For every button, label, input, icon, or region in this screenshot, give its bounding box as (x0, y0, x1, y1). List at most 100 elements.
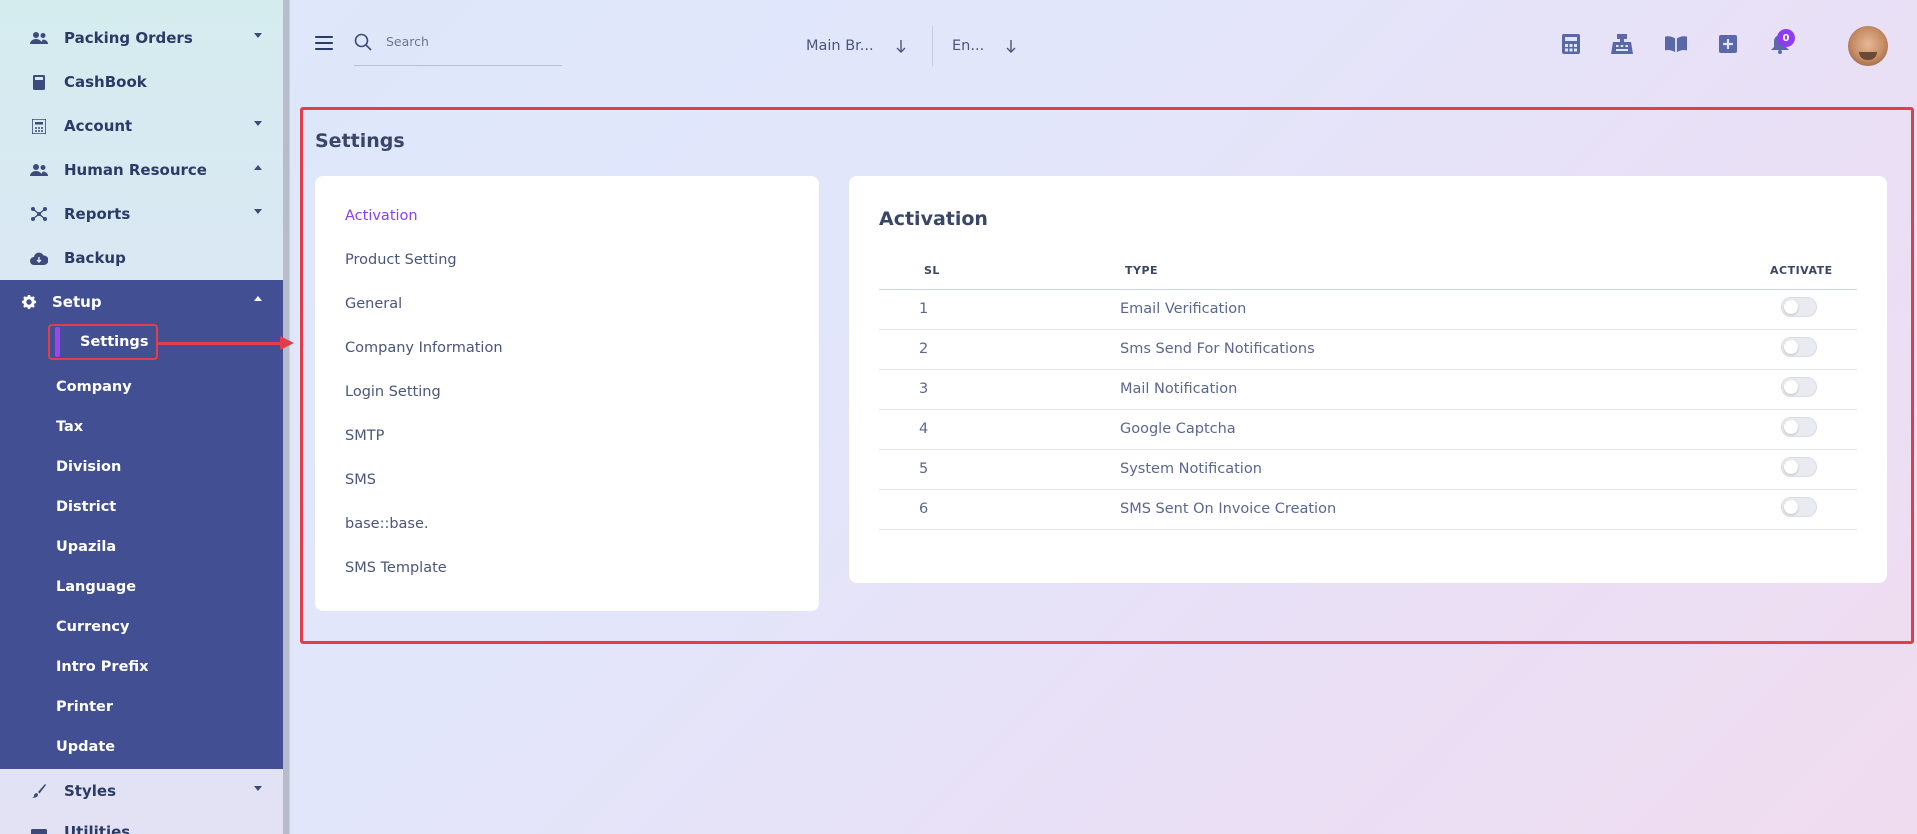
settings-menu-sms[interactable]: SMS (345, 472, 376, 488)
open-book-icon[interactable] (1665, 33, 1687, 55)
row-sl: 1 (919, 301, 929, 317)
sidebar-subitem-tax[interactable]: Tax (56, 413, 83, 441)
active-indicator (55, 327, 60, 357)
row-type: Google Captcha (1120, 421, 1236, 437)
sidebar-item-label: Account (64, 117, 133, 135)
sidebar-item-styles[interactable]: Styles (0, 769, 284, 813)
branch-select-value: Main Br... (806, 38, 874, 54)
sidebar-item-reports[interactable]: Reports (0, 192, 284, 236)
column-header-type: TYPE (1125, 264, 1159, 277)
settings-menu-general[interactable]: General (345, 296, 402, 312)
row-sl: 4 (919, 421, 929, 437)
annotation-arrow-head (280, 336, 294, 350)
sidebar-subitem-update[interactable]: Update (56, 733, 115, 761)
sidebar-item-label: Reports (64, 205, 131, 223)
row-divider (879, 369, 1857, 370)
language-select-value: En... (952, 38, 985, 54)
row-type: SMS Sent On Invoice Creation (1120, 501, 1337, 517)
row-sl: 2 (919, 341, 929, 357)
row-sl: 3 (919, 381, 929, 397)
sidebar-item-label: Styles (64, 782, 116, 800)
settings-menu-company-information[interactable]: Company Information (345, 340, 503, 356)
settings-menu-smtp[interactable]: SMTP (345, 428, 384, 444)
activate-toggle-sms-notifications[interactable] (1781, 337, 1817, 357)
row-type: Mail Notification (1120, 381, 1238, 397)
calculator-icon[interactable] (1560, 33, 1582, 55)
sidebar-item-utilities[interactable]: Utilities (0, 810, 284, 834)
row-divider (879, 489, 1857, 490)
table-divider (879, 289, 1857, 290)
sidebar-item-packing-orders[interactable]: Packing Orders (0, 16, 284, 60)
avatar[interactable] (1848, 26, 1888, 66)
activate-toggle-sms-invoice[interactable] (1781, 497, 1817, 517)
sidebar-subitem-currency[interactable]: Currency (56, 613, 129, 641)
settings-menu-product-setting[interactable]: Product Setting (345, 252, 457, 268)
sidebar-subitem-district[interactable]: District (56, 493, 116, 521)
settings-menu: Activation Product Setting General Compa… (315, 176, 819, 611)
sidebar-subitem-upazila[interactable]: Upazila (56, 533, 116, 561)
gear-icon (20, 293, 38, 311)
annotation-arrow (158, 342, 282, 345)
cash-register-icon[interactable] (1611, 33, 1633, 55)
activation-title: Activation (879, 208, 988, 230)
settings-menu-activation[interactable]: Activation (345, 208, 418, 224)
activate-toggle-system-notification[interactable] (1781, 457, 1817, 477)
sidebar-item-setup[interactable]: Setup (0, 280, 284, 324)
header-divider (932, 26, 933, 66)
menu-toggle-icon[interactable] (315, 36, 333, 50)
book-icon (30, 73, 48, 91)
sidebar: Packing Orders CashBook Account Human Re… (0, 0, 290, 834)
row-type: System Notification (1120, 461, 1262, 477)
row-divider (879, 409, 1857, 410)
sidebar-item-label: Human Resource (64, 161, 207, 179)
brush-icon (30, 782, 48, 800)
column-header-sl: SL (924, 264, 940, 277)
row-type: Email Verification (1120, 301, 1247, 317)
sidebar-subitem-printer[interactable]: Printer (56, 693, 113, 721)
search-input[interactable] (386, 34, 546, 49)
cloud-download-icon (30, 249, 48, 267)
language-select[interactable]: En... (952, 34, 1016, 58)
row-divider (879, 329, 1857, 330)
sidebar-item-label: Packing Orders (64, 29, 193, 47)
users-icon (30, 29, 48, 47)
users-icon (30, 161, 48, 179)
activate-toggle-mail-notification[interactable] (1781, 377, 1817, 397)
settings-menu-sms-template[interactable]: SMS Template (345, 560, 447, 576)
caret-up-icon (254, 165, 262, 170)
sidebar-item-label: Backup (64, 249, 126, 267)
activate-toggle-email-verification[interactable] (1781, 297, 1817, 317)
sidebar-item-backup[interactable]: Backup (0, 236, 284, 280)
sidebar-subitem-company[interactable]: Company (56, 373, 132, 401)
chart-icon (30, 205, 48, 223)
caret-down-icon (254, 33, 262, 38)
sidebar-item-human-resource[interactable]: Human Resource (0, 148, 284, 192)
search-icon (354, 33, 372, 51)
settings-menu-login-setting[interactable]: Login Setting (345, 384, 441, 400)
sidebar-item-account[interactable]: Account (0, 104, 284, 148)
arrow-down-icon (1006, 39, 1016, 53)
sidebar-subitem-settings[interactable]: Settings (48, 324, 158, 360)
sidebar-item-label: Utilities (64, 823, 131, 834)
notification-badge: 0 (1777, 29, 1795, 47)
sidebar-subitem-language[interactable]: Language (56, 573, 136, 601)
plus-square-icon[interactable] (1717, 33, 1739, 55)
sidebar-item-cashbook[interactable]: CashBook (0, 60, 284, 104)
row-divider (879, 449, 1857, 450)
branch-select[interactable]: Main Br... (806, 34, 906, 58)
setup-section: Setup Settings Company Tax Division Dist… (0, 280, 284, 769)
settings-menu-base[interactable]: base::base. (345, 516, 429, 532)
sidebar-scrollbar[interactable] (283, 0, 289, 834)
search-box (354, 30, 562, 66)
row-type: Sms Send For Notifications (1120, 341, 1315, 357)
row-sl: 6 (919, 501, 929, 517)
sidebar-item-label: CashBook (64, 73, 147, 91)
row-sl: 5 (919, 461, 929, 477)
caret-down-icon (254, 209, 262, 214)
calculator-icon (30, 117, 48, 135)
activate-toggle-google-captcha[interactable] (1781, 417, 1817, 437)
caret-up-icon (254, 296, 262, 301)
sidebar-subitem-intro-prefix[interactable]: Intro Prefix (56, 653, 149, 681)
caret-down-icon (254, 121, 262, 126)
sidebar-subitem-division[interactable]: Division (56, 453, 121, 481)
